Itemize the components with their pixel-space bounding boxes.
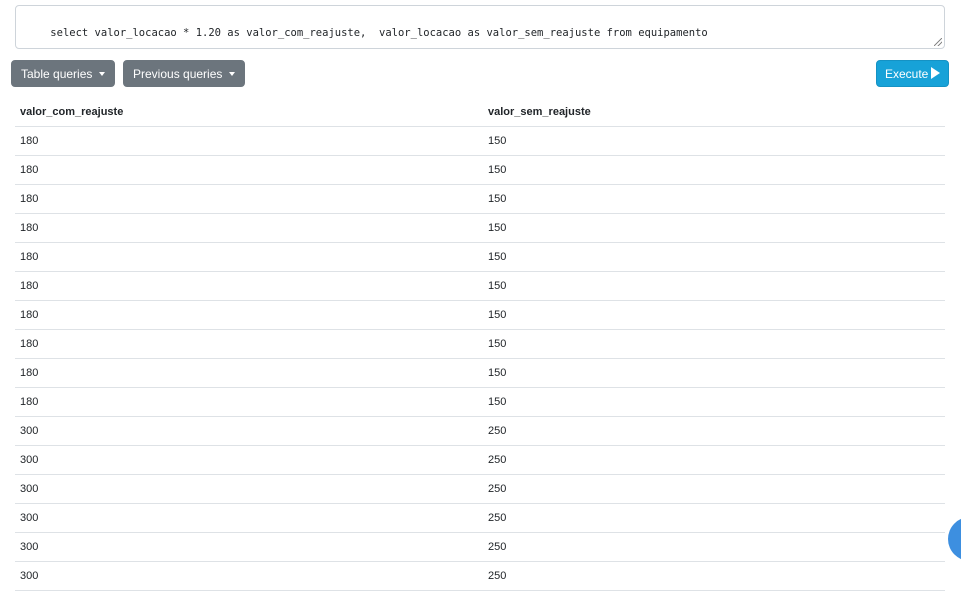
table-queries-label: Table queries — [21, 67, 93, 81]
table-cell: 180 — [15, 126, 483, 156]
table-row: 300 250 — [15, 532, 945, 562]
floating-action-button[interactable] — [948, 517, 961, 561]
table-row: 300 250 — [15, 474, 945, 504]
table-cell: 300 — [15, 503, 483, 533]
table-row: 180 150 — [15, 184, 945, 214]
table-cell: 300 — [15, 532, 483, 562]
table-row: 180 150 — [15, 358, 945, 388]
table-row: 300 250 — [15, 503, 945, 533]
table-cell: 180 — [15, 213, 483, 243]
table-cell: 150 — [483, 242, 945, 272]
results-body: 180 150 180 150 180 150 180 150 180 150 180 150 180 1… — [15, 126, 945, 591]
table-cell: 150 — [483, 329, 945, 359]
table-row: 180 150 — [15, 329, 945, 359]
resize-handle-icon[interactable] — [934, 38, 942, 46]
execute-label: Execute — [885, 67, 929, 81]
table-cell: 250 — [483, 445, 945, 475]
table-cell: 250 — [483, 503, 945, 533]
table-cell: 180 — [15, 358, 483, 388]
column-header[interactable]: valor_sem_reajuste — [483, 98, 945, 127]
table-row: 300 250 — [15, 445, 945, 475]
results-table: valor_com_reajuste valor_sem_reajuste 18… — [15, 98, 945, 591]
table-cell: 150 — [483, 213, 945, 243]
caret-down-icon — [99, 72, 106, 76]
table-cell: 180 — [15, 271, 483, 301]
table-cell: 150 — [483, 300, 945, 330]
table-queries-button[interactable]: Table queries — [11, 60, 116, 87]
table-cell: 180 — [15, 300, 483, 330]
table-cell: 250 — [483, 532, 945, 562]
table-cell: 300 — [15, 474, 483, 504]
table-cell: 250 — [483, 561, 945, 591]
table-cell: 150 — [483, 126, 945, 156]
previous-queries-label: Previous queries — [133, 67, 223, 81]
table-row: 180 150 — [15, 126, 945, 156]
table-cell: 180 — [15, 329, 483, 359]
caret-down-icon — [229, 72, 236, 76]
previous-queries-button[interactable]: Previous queries — [123, 60, 246, 87]
table-cell: 300 — [15, 416, 483, 446]
table-row: 300 250 — [15, 561, 945, 591]
table-cell: 150 — [483, 271, 945, 301]
table-cell: 250 — [483, 474, 945, 504]
table-cell: 250 — [483, 416, 945, 446]
query-text: select valor_locacao * 1.20 as valor_com… — [50, 27, 708, 39]
table-header-row: valor_com_reajuste valor_sem_reajuste — [15, 98, 945, 127]
table-cell: 150 — [483, 184, 945, 214]
table-row: 180 150 — [15, 387, 945, 417]
table-row: 180 150 — [15, 300, 945, 330]
query-page: select valor_locacao * 1.20 as valor_com… — [0, 0, 961, 591]
table-row: 180 150 — [15, 213, 945, 243]
table-cell: 150 — [483, 155, 945, 185]
table-cell: 150 — [483, 387, 945, 417]
column-header[interactable]: valor_com_reajuste — [15, 98, 483, 127]
table-row: 300 250 — [15, 416, 945, 446]
execute-button[interactable]: Execute — [876, 60, 950, 87]
table-row: 180 150 — [15, 271, 945, 301]
table-cell: 300 — [15, 561, 483, 591]
table-cell: 180 — [15, 387, 483, 417]
table-cell: 180 — [15, 242, 483, 272]
play-icon — [931, 67, 941, 79]
query-textarea[interactable]: select valor_locacao * 1.20 as valor_com… — [15, 5, 945, 49]
table-cell: 180 — [15, 184, 483, 214]
table-cell: 150 — [483, 358, 945, 388]
table-cell: 180 — [15, 155, 483, 185]
table-row: 180 150 — [15, 155, 945, 185]
table-cell: 300 — [15, 445, 483, 475]
table-row: 180 150 — [15, 242, 945, 272]
